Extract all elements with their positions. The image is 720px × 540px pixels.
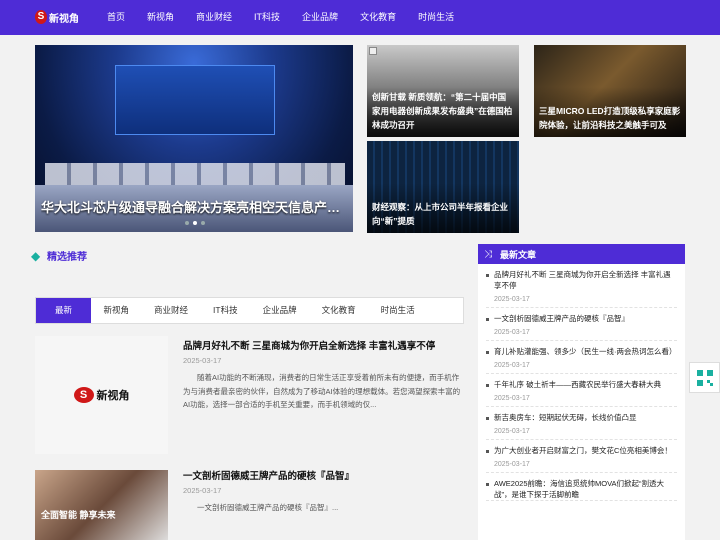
thumbnail-logo: S 新视角 xyxy=(73,387,130,403)
nav-item-culture[interactable]: 文化教育 xyxy=(349,0,407,35)
tab-it[interactable]: IT科技 xyxy=(201,298,251,323)
carousel-dot[interactable] xyxy=(201,221,205,225)
tab-culture[interactable]: 文化教育 xyxy=(309,298,368,323)
list-item-date: 2025-03-17 xyxy=(494,329,530,336)
qr-code-icon xyxy=(696,369,713,386)
list-item-title[interactable]: 育儿补贴灌能强、领多少（民生一线·两会热词怎么看） xyxy=(494,346,677,357)
banner-card-finance[interactable]: 财经观察：从上市公司半年报看企业向“新”提质 xyxy=(367,141,519,233)
hero-caption: 华大北斗芯片级通导融合解决方案亮相空天信息产业… xyxy=(41,200,347,215)
list-item-title[interactable]: 新吉奥房车：短期起伏无碍，长线价值凸显 xyxy=(494,412,677,423)
list-item-title[interactable]: AWE2025前瞻：海信追觅统帅MOVA们掀起“割透大战”，是谁下探于活脚前瞻 xyxy=(494,478,677,500)
list-item[interactable]: 育儿补贴灌能强、领多少（民生一线·两会热词怎么看） 2025-03-17 xyxy=(486,341,677,374)
nav-item-it[interactable]: IT科技 xyxy=(243,0,291,35)
list-item-date: 2025-03-17 xyxy=(494,296,530,303)
nav-item-home[interactable]: 首页 xyxy=(96,0,136,35)
list-item[interactable]: 品牌月好礼不断 三星商城为你开启全新选择 丰富礼遇享不停 2025-03-17 xyxy=(486,264,677,308)
article-summary: 一文剖析固德威王牌产品的硬核『品智』... xyxy=(197,503,339,512)
article-thumbnail[interactable]: S 新视角 xyxy=(35,336,168,454)
list-item-title[interactable]: 一文剖析固德威王牌产品的硬核『品智』 xyxy=(494,313,677,324)
list-item-title[interactable]: 品牌月好礼不断 三星商城为你开启全新选择 丰富礼遇享不停 xyxy=(494,269,677,291)
nav-item-lifestyle[interactable]: 时尚生活 xyxy=(407,0,465,35)
banner-card-caption: 财经观察：从上市公司半年报看企业向“新”提质 xyxy=(372,202,509,226)
broken-image-icon xyxy=(369,47,377,55)
list-item-title[interactable]: 为广大创业者开启财富之门，樊文花C位亮相美博会！ xyxy=(494,445,677,456)
qr-code-button[interactable] xyxy=(689,362,720,393)
tab-brands[interactable]: 企业品牌 xyxy=(250,298,309,323)
tab-latest[interactable]: 最新 xyxy=(36,298,92,323)
carousel-dot[interactable] xyxy=(185,221,189,225)
hero-slide[interactable]: 华大北斗芯片级通导融合解决方案亮相空天信息产业… xyxy=(35,45,353,232)
list-item-date: 2025-03-17 xyxy=(494,395,530,402)
stage-screen-image xyxy=(115,65,275,135)
carousel-dots xyxy=(185,221,205,225)
article-title[interactable]: 一文剖析固德威王牌产品的硬核『品智』 xyxy=(183,468,354,482)
nav-menu: 首页 新视角 商业财经 IT科技 企业品牌 文化教育 时尚生活 xyxy=(96,0,465,35)
nav-item-business[interactable]: 商业财经 xyxy=(185,0,243,35)
list-item-title[interactable]: 千年礼序 破土祈丰——西藏农民举行盛大春耕大典 xyxy=(494,379,677,390)
banner-card-caption: 三星MICRO LED打造顶级私享家庭影院体验，让前沿科技之美触手可及 xyxy=(539,106,681,130)
tab-business[interactable]: 商业财经 xyxy=(142,298,201,323)
list-item-date: 2025-03-17 xyxy=(494,428,530,435)
article-thumbnail[interactable]: 全面智能 静享未来 xyxy=(35,470,168,540)
list-item[interactable]: 千年礼序 破土祈丰——西藏农民举行盛大春耕大典 2025-03-17 xyxy=(486,374,677,407)
site-logo[interactable]: S 新视角 xyxy=(35,8,79,26)
list-item[interactable]: 新吉奥房车：短期起伏无碍，长线价值凸显 2025-03-17 xyxy=(486,407,677,440)
sidebar-title: 最新文章 xyxy=(500,249,537,260)
top-nav: S 新视角 首页 新视角 商业财经 IT科技 企业品牌 文化教育 时尚生活 xyxy=(0,0,720,35)
logo-mark-icon: S xyxy=(35,10,47,24)
logo-text: 新视角 xyxy=(96,390,130,402)
nav-item-perspective[interactable]: 新视角 xyxy=(136,0,185,35)
featured-title: 精选推荐 xyxy=(47,252,87,263)
logo-text: 新视角 xyxy=(49,13,79,25)
list-item[interactable]: 为广大创业者开启财富之门，樊文花C位亮相美博会！ 2025-03-17 xyxy=(486,440,677,473)
featured-section-title: ◆ 精选推荐 xyxy=(31,248,87,264)
article-date: 2025-03-17 xyxy=(183,486,222,495)
tab-perspective[interactable]: 新视角 xyxy=(91,298,142,323)
banner-card-samsung[interactable]: 三星MICRO LED打造顶级私享家庭影院体验，让前沿科技之美触手可及 xyxy=(534,45,686,137)
article-date: 2025-03-17 xyxy=(183,356,222,365)
diamond-icon: ◆ xyxy=(31,248,41,263)
category-tabs: 最新 新视角 商业财经 IT科技 企业品牌 文化教育 时尚生活 xyxy=(35,297,464,324)
article-item: 全面智能 静享未来 一文剖析固德威王牌产品的硬核『品智』 2025-03-17 … xyxy=(35,466,464,540)
sidebar-list: 品牌月好礼不断 三星商城为你开启全新选择 丰富礼遇享不停 2025-03-17 … xyxy=(478,264,685,501)
article-title[interactable]: 品牌月好礼不断 三星商城为你开启全新选择 丰富礼遇享不停 xyxy=(183,338,435,352)
carousel-dot-active[interactable] xyxy=(193,221,197,225)
thumbnail-text: 全面智能 静享未来 xyxy=(41,510,116,520)
banner-card-caption: 创新甘载 新质领航：“第二十届中国家用电器创新成果发布盛典”在德国柏林成功召开 xyxy=(372,92,513,130)
nav-item-brands[interactable]: 企业品牌 xyxy=(291,0,349,35)
shuffle-icon: ⤨ xyxy=(484,248,492,260)
logo-mark-icon: S xyxy=(73,387,94,403)
list-item-date: 2025-03-17 xyxy=(494,461,530,468)
banner-card-appliance[interactable]: 创新甘载 新质领航：“第二十届中国家用电器创新成果发布盛典”在德国柏林成功召开 xyxy=(367,45,519,137)
article-item: S 新视角 品牌月好礼不断 三星商城为你开启全新选择 丰富礼遇享不停 2025-… xyxy=(35,336,464,454)
list-item-date: 2025-03-17 xyxy=(494,362,530,369)
list-item[interactable]: 一文剖析固德威王牌产品的硬核『品智』 2025-03-17 xyxy=(486,308,677,341)
latest-articles-sidebar: ⤨ 最新文章 品牌月好礼不断 三星商城为你开启全新选择 丰富礼遇享不停 2025… xyxy=(478,244,685,540)
tab-lifestyle[interactable]: 时尚生活 xyxy=(368,298,427,323)
sidebar-header: ⤨ 最新文章 xyxy=(478,244,685,264)
article-summary: 随着AI功能的不断涌现，消费者的日常生活正享受着前所未有的便捷，而手机作为与消费… xyxy=(183,373,461,409)
list-item[interactable]: AWE2025前瞻：海信追觅统帅MOVA们掀起“割透大战”，是谁下探于活脚前瞻 xyxy=(486,473,677,501)
